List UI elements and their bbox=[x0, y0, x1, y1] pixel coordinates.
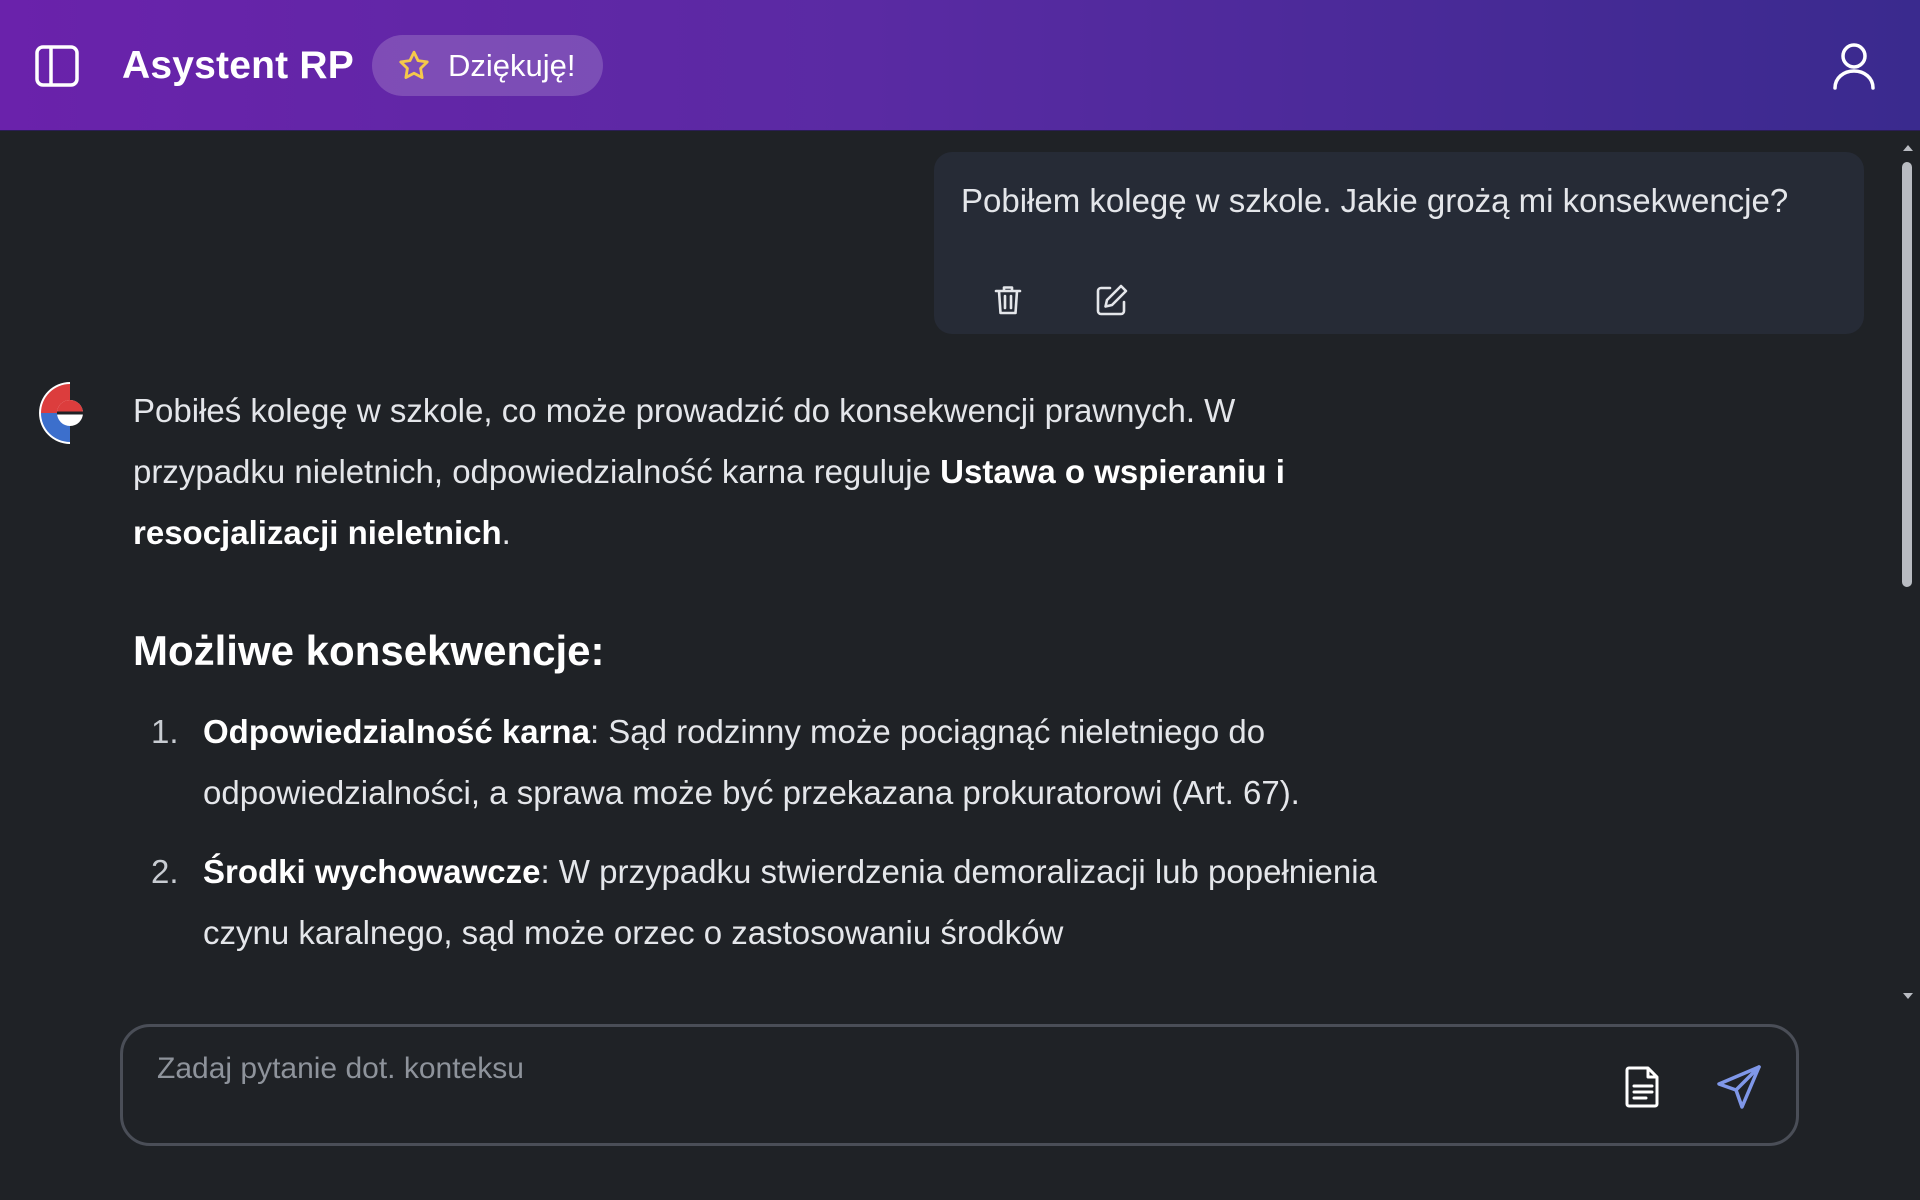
scroll-down-arrow-icon[interactable] bbox=[1902, 990, 1914, 1002]
user-account-button[interactable] bbox=[1828, 40, 1880, 92]
list-item-number: 2. bbox=[151, 853, 179, 890]
user-icon bbox=[1833, 43, 1875, 90]
edit-message-button[interactable] bbox=[1092, 280, 1132, 320]
answer-heading: Możliwe konsekwencje: bbox=[133, 627, 605, 674]
sidebar-toggle-icon bbox=[35, 45, 79, 87]
app-root: Asystent RP Dziękuję! Pobiłem kolegę w s… bbox=[0, 0, 1920, 1200]
question-input-container bbox=[120, 1024, 1799, 1146]
star-icon bbox=[399, 50, 429, 79]
user-message-bubble: Pobiłem kolegę w szkole. Jakie grożą mi … bbox=[934, 152, 1864, 334]
thanks-button[interactable]: Dziękuję! bbox=[372, 35, 603, 96]
top-bar: Asystent RP Dziękuję! bbox=[0, 0, 1920, 131]
answer-intro: Pobiłeś kolegę w szkole, co może prowadz… bbox=[133, 380, 1393, 563]
consequences-list: 1. Odpowiedzialność karna: Sąd rodzinny … bbox=[133, 701, 1393, 963]
list-item-bold: Środki wychowawcze bbox=[203, 853, 541, 890]
trash-icon bbox=[994, 286, 1022, 315]
attach-document-button[interactable] bbox=[1617, 1061, 1669, 1113]
sidebar-toggle-button[interactable] bbox=[33, 42, 81, 90]
list-item-number: 1. bbox=[151, 713, 179, 750]
assistant-answer: Pobiłeś kolegę w szkole, co może prowadz… bbox=[133, 380, 1393, 981]
app-title: Asystent RP bbox=[122, 44, 354, 87]
question-input[interactable] bbox=[157, 1047, 1557, 1091]
thanks-button-label: Dziękuję! bbox=[448, 47, 576, 83]
chat-area: Pobiłem kolegę w szkole. Jakie grożą mi … bbox=[0, 132, 1920, 1012]
send-icon bbox=[1717, 1065, 1761, 1109]
send-button[interactable] bbox=[1713, 1061, 1765, 1113]
assistant-logo-icon bbox=[39, 382, 83, 444]
edit-icon bbox=[1096, 284, 1128, 316]
list-item: 1. Odpowiedzialność karna: Sąd rodzinny … bbox=[133, 701, 1393, 823]
list-item-bold: Odpowiedzialność karna bbox=[203, 713, 590, 750]
scrollbar-thumb[interactable] bbox=[1902, 162, 1912, 587]
delete-message-button[interactable] bbox=[988, 280, 1028, 320]
answer-intro-end: . bbox=[501, 514, 511, 551]
list-item: 2. Środki wychowawcze: W przypadku stwie… bbox=[133, 841, 1393, 963]
user-message-text: Pobiłem kolegę w szkole. Jakie grożą mi … bbox=[961, 182, 1789, 219]
document-icon bbox=[1625, 1066, 1659, 1108]
chat-scrollbar[interactable] bbox=[1896, 132, 1920, 1012]
scroll-up-arrow-icon[interactable] bbox=[1902, 142, 1914, 154]
